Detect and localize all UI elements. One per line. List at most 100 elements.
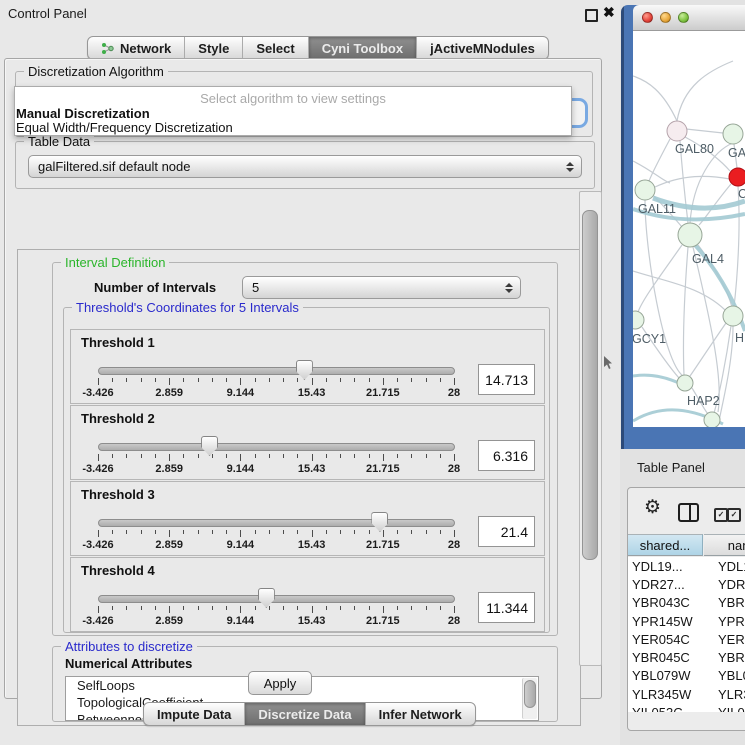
slider-tick-labels: -3.4262.8599.14415.4321.71528 (98, 539, 454, 551)
tab-label: Infer Network (379, 707, 462, 722)
checkbox-icon[interactable]: ✓ (727, 508, 741, 522)
network-node-gal11[interactable] (635, 180, 655, 200)
tick-mark (411, 606, 412, 610)
tick-mark (112, 530, 113, 534)
table-row[interactable]: YBL079WYBL079W (628, 667, 745, 685)
number-of-intervals-combobox[interactable]: 5 (242, 276, 521, 299)
tick-mark (183, 378, 184, 382)
minimize-traffic-light-icon[interactable] (660, 12, 671, 23)
network-node[interactable] (704, 412, 720, 427)
tick-label: 28 (448, 463, 460, 475)
tick-mark (141, 530, 142, 534)
float-window-icon[interactable] (585, 9, 598, 22)
network-node-h[interactable] (723, 306, 743, 326)
tick-mark (255, 454, 256, 458)
slider-track[interactable] (98, 595, 455, 603)
tick-mark (126, 530, 127, 534)
slider-thumb[interactable] (201, 436, 218, 456)
network-node-gcy1[interactable] (633, 311, 644, 329)
network-node-gal4[interactable] (678, 223, 702, 247)
tab-style[interactable]: Style (184, 37, 242, 59)
tick-mark (212, 606, 213, 610)
tab-cyni-toolbox[interactable]: Cyni Toolbox (308, 37, 416, 59)
network-canvas[interactable]: GAL80GACGAL11GAL4GCY1HHAP2 (633, 31, 745, 427)
apply-button[interactable]: Apply (248, 671, 312, 695)
slider-thumb[interactable] (296, 360, 313, 380)
tab-network[interactable]: Network (88, 37, 184, 59)
tick-label: 15.43 (298, 615, 326, 627)
threshold-label: Threshold 4 (81, 563, 155, 578)
tick-mark (283, 378, 284, 382)
table-row[interactable]: YER054CYER054C (628, 630, 745, 648)
tick-mark (297, 606, 298, 610)
gear-icon[interactable]: ⚙ (644, 496, 661, 519)
threshold-value-field[interactable]: 21.4 (478, 516, 535, 547)
close-traffic-light-icon[interactable] (642, 12, 653, 23)
split-columns-icon[interactable] (678, 503, 699, 522)
tick-mark (98, 530, 99, 537)
slider-ticks (98, 530, 454, 538)
settings-scrollbar[interactable] (579, 191, 602, 666)
slider-ticks (98, 606, 454, 614)
settings-scrollbar-thumb[interactable] (582, 210, 598, 560)
slider-track[interactable] (98, 443, 455, 451)
tick-label: 2.859 (155, 463, 183, 475)
tick-mark (98, 454, 99, 461)
table-panel-title: Table Panel (637, 460, 705, 475)
tick-mark (340, 378, 341, 382)
network-node-c[interactable] (729, 168, 745, 186)
tick-mark (212, 454, 213, 458)
tab-infer-network[interactable]: Infer Network (365, 703, 475, 725)
threshold-value-field[interactable]: 11.344 (478, 592, 535, 623)
control-panel-title: Control Panel (8, 6, 87, 21)
tick-mark (426, 454, 427, 458)
tab-select[interactable]: Select (242, 37, 307, 59)
tick-mark (397, 454, 398, 458)
table-row[interactable]: YPR145WYPR145W (628, 612, 745, 630)
checkbox-icon[interactable]: ✓ (714, 508, 728, 522)
tick-mark (454, 378, 455, 385)
tab-jactivemnodules[interactable]: jActiveMNodules (416, 37, 548, 59)
table-data-combobox[interactable]: galFiltered.sif default node (28, 155, 582, 178)
table-row[interactable]: YLR345WYLR345W (628, 685, 745, 703)
close-icon[interactable]: ✖ (603, 4, 615, 21)
tab-label: Style (198, 41, 229, 56)
slider-track[interactable] (98, 367, 455, 375)
network-edge (633, 76, 677, 121)
slider-thumb[interactable] (258, 588, 275, 608)
tick-mark (141, 378, 142, 382)
attributes-list-scrollbar[interactable] (522, 678, 537, 719)
attributes-list-scrollbar-thumb[interactable] (524, 680, 536, 708)
table-row[interactable]: YBR045CYBR045C (628, 648, 745, 666)
slider-track[interactable] (98, 519, 455, 527)
network-node-ga[interactable] (723, 124, 743, 144)
table-row[interactable]: YIL053CYIL053C (628, 703, 745, 712)
column-header-name[interactable]: name (704, 534, 745, 556)
threshold-value-field[interactable]: 6.316 (478, 440, 535, 471)
table-row[interactable]: YDL19...YDL19... (628, 557, 745, 575)
network-window-titlebar[interactable] (633, 5, 745, 31)
threshold-value-field[interactable]: 14.713 (478, 364, 535, 395)
cell-name: YBR045C (703, 650, 745, 665)
algorithm-placeholder-option[interactable]: Select algorithm to view settings (15, 87, 571, 107)
tick-mark (411, 454, 412, 458)
tick-label: -3.426 (82, 615, 113, 627)
tick-mark (141, 454, 142, 458)
slider-thumb[interactable] (371, 512, 388, 532)
tick-mark (397, 530, 398, 534)
table-row[interactable]: YBR043CYBR043C (628, 594, 745, 612)
network-node-hap2[interactable] (677, 375, 693, 391)
tab-label: Impute Data (157, 707, 231, 722)
table-row[interactable]: YDR27...YDR27... (628, 575, 745, 593)
tick-mark (255, 606, 256, 610)
column-header-shared-name[interactable]: shared... (628, 534, 703, 556)
tab-discretize-data[interactable]: Discretize Data (244, 703, 364, 725)
tab-impute-data[interactable]: Impute Data (144, 703, 244, 725)
zoom-traffic-light-icon[interactable] (678, 12, 689, 23)
tick-label: 9.144 (227, 615, 255, 627)
network-node-gal80[interactable] (667, 121, 687, 141)
algorithm-option[interactable]: Equal Width/Frequency Discretization (15, 121, 571, 135)
threshold-label: Threshold 2 (81, 411, 155, 426)
algorithm-option[interactable]: Manual Discretization (15, 107, 571, 121)
tick-label: 15.43 (298, 539, 326, 551)
